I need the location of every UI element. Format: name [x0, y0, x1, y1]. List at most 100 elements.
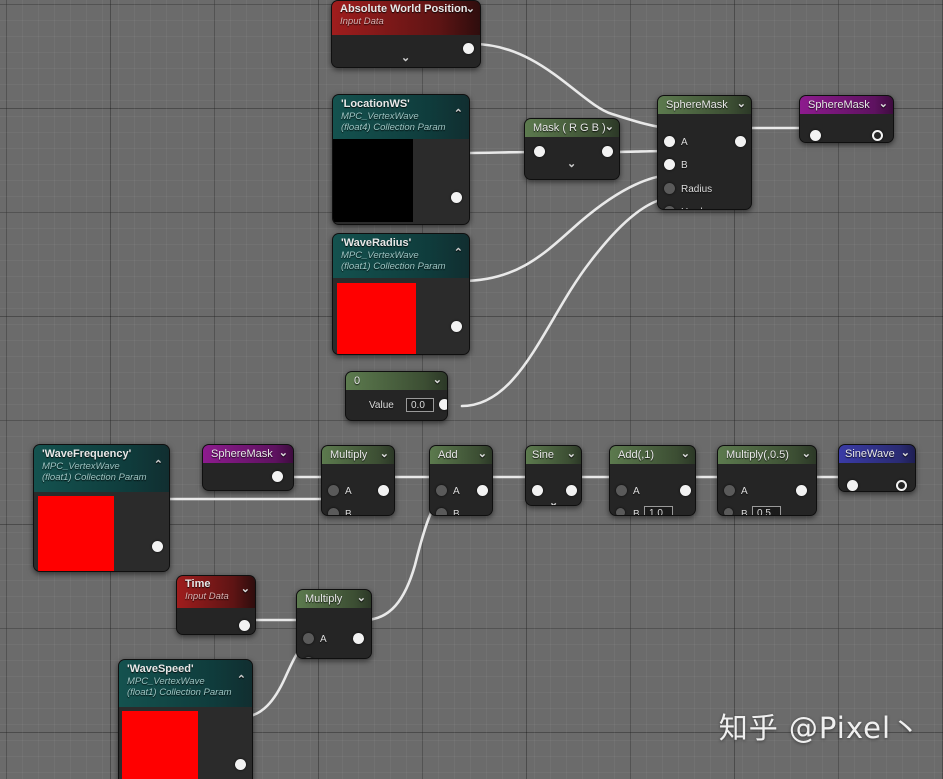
node-header[interactable]: Mask ( R G B ) ⌄	[525, 119, 619, 137]
input-pin-b[interactable]	[724, 508, 733, 515]
output-pin[interactable]	[451, 321, 462, 332]
node-sphere-mask-output[interactable]: SphereMask ⌄	[799, 95, 894, 143]
chevron-up-icon[interactable]: ⌃	[454, 108, 463, 120]
node-wave-speed[interactable]: 'WaveSpeed' MPC_VertexWave (float1) Coll…	[118, 659, 253, 779]
node-header[interactable]: SphereMask ⌄	[800, 96, 893, 114]
chevron-down-icon[interactable]: ⌄	[879, 96, 888, 114]
node-header[interactable]: Sine ⌄	[526, 446, 581, 464]
node-time[interactable]: Time Input Data ⌄	[176, 575, 256, 635]
node-header[interactable]: Add(,1) ⌄	[610, 446, 695, 464]
node-header[interactable]: Multiply(,0.5) ⌄	[718, 446, 816, 464]
expand-chevron-icon[interactable]: ⌄	[549, 496, 558, 505]
b-value-input[interactable]: 1.0	[644, 506, 673, 515]
input-pin-b[interactable]	[616, 508, 625, 515]
chevron-down-icon[interactable]: ⌄	[478, 446, 487, 464]
output-pin[interactable]	[463, 43, 474, 54]
node-header[interactable]: Multiply ⌄	[322, 446, 394, 464]
node-add[interactable]: Add ⌄ A B	[429, 445, 493, 516]
node-wave-frequency[interactable]: 'WaveFrequency' MPC_VertexWave (float1) …	[33, 444, 170, 572]
output-pin[interactable]	[477, 485, 488, 496]
output-pin[interactable]	[439, 399, 447, 410]
node-header[interactable]: 'WaveSpeed' MPC_VertexWave (float1) Coll…	[119, 660, 252, 707]
b-value-input[interactable]: 0.5	[752, 506, 781, 515]
chevron-down-icon[interactable]: ⌄	[605, 119, 614, 137]
output-pin[interactable]	[451, 192, 462, 203]
output-pin[interactable]	[378, 485, 389, 496]
node-constant-zero[interactable]: 0 ⌄ Value 0.0	[345, 371, 448, 421]
chevron-down-icon[interactable]: ⌄	[279, 445, 288, 463]
input-pin-b[interactable]	[328, 508, 339, 515]
chevron-down-icon[interactable]: ⌄	[802, 446, 811, 464]
node-header[interactable]: Absolute World Position Input Data ⌄	[332, 1, 480, 35]
input-pin-a[interactable]	[664, 136, 675, 147]
output-pin[interactable]	[239, 620, 250, 631]
input-pin[interactable]	[532, 485, 543, 496]
output-pin[interactable]	[353, 633, 364, 644]
node-absolute-world-position[interactable]: Absolute World Position Input Data ⌄ ⌄	[331, 0, 481, 68]
chevron-down-icon[interactable]: ⌄	[737, 96, 746, 114]
node-header[interactable]: SineWave ⌄	[839, 445, 915, 463]
node-header[interactable]: 0 ⌄	[346, 372, 447, 390]
expand-chevron-icon[interactable]: ⌄	[567, 157, 576, 170]
input-pin-a[interactable]	[436, 485, 447, 496]
input-pin-a[interactable]	[616, 485, 627, 496]
input-pin-b[interactable]	[664, 159, 675, 170]
node-title: Time	[185, 578, 211, 590]
input-pin-a[interactable]	[303, 633, 314, 644]
input-pin-hardness[interactable]	[664, 206, 675, 209]
output-pin[interactable]	[796, 485, 807, 496]
output-pin[interactable]	[602, 146, 613, 157]
chevron-down-icon[interactable]: ⌄	[901, 445, 910, 463]
node-header[interactable]: Multiply ⌄	[297, 590, 371, 608]
output-pin[interactable]	[272, 471, 283, 482]
node-sphere-mask-reference[interactable]: SphereMask ⌄	[202, 444, 294, 491]
node-multiply-time[interactable]: Multiply ⌄ A B	[296, 589, 372, 659]
material-graph-canvas[interactable]: Absolute World Position Input Data ⌄ ⌄ '…	[0, 0, 943, 779]
node-header[interactable]: Time Input Data ⌄	[177, 576, 255, 608]
chevron-down-icon[interactable]: ⌄	[241, 581, 250, 599]
chevron-up-icon[interactable]: ⌃	[237, 674, 246, 686]
input-pin-a[interactable]	[724, 485, 735, 496]
output-pin[interactable]	[872, 130, 883, 141]
chevron-down-icon[interactable]: ⌄	[567, 446, 576, 464]
input-pin-b[interactable]	[303, 657, 314, 658]
node-wave-radius[interactable]: 'WaveRadius' MPC_VertexWave (float1) Col…	[332, 233, 470, 355]
output-pin[interactable]	[735, 136, 746, 147]
node-mask-rgb[interactable]: Mask ( R G B ) ⌄ ⌄	[524, 118, 620, 180]
input-pin-radius[interactable]	[664, 183, 675, 194]
output-pin[interactable]	[235, 759, 246, 770]
output-pin[interactable]	[566, 485, 577, 496]
input-pin[interactable]	[810, 130, 821, 141]
chevron-down-icon[interactable]: ⌄	[357, 590, 366, 608]
node-header[interactable]: 'LocationWS' MPC_VertexWave (float4) Col…	[333, 95, 469, 139]
input-pin[interactable]	[847, 480, 858, 491]
chevron-up-icon[interactable]: ⌃	[454, 247, 463, 259]
node-sine[interactable]: Sine ⌄ ⌄	[525, 445, 582, 506]
input-pin-b[interactable]	[436, 508, 447, 515]
input-pin-a[interactable]	[328, 485, 339, 496]
input-pin[interactable]	[534, 146, 545, 157]
node-header[interactable]: SphereMask ⌄	[203, 445, 293, 463]
node-multiply-top[interactable]: Multiply ⌄ A B	[321, 445, 395, 516]
node-header[interactable]: SphereMask ⌄	[658, 96, 751, 114]
node-header[interactable]: Add ⌄	[430, 446, 492, 464]
output-pin[interactable]	[896, 480, 907, 491]
node-sine-wave[interactable]: SineWave ⌄	[838, 444, 916, 492]
node-body: A B 0.5	[718, 464, 816, 515]
chevron-down-icon[interactable]: ⌄	[380, 446, 389, 464]
node-body	[839, 463, 915, 491]
chevron-up-icon[interactable]: ⌃	[154, 459, 163, 471]
chevron-down-icon[interactable]: ⌄	[466, 1, 475, 19]
node-sphere-mask-main[interactable]: SphereMask ⌄ A B Radius Hardness	[657, 95, 752, 210]
node-header[interactable]: 'WaveRadius' MPC_VertexWave (float1) Col…	[333, 234, 469, 278]
chevron-down-icon[interactable]: ⌄	[433, 372, 442, 390]
node-add-one[interactable]: Add(,1) ⌄ A B 1.0	[609, 445, 696, 516]
output-pin[interactable]	[680, 485, 691, 496]
output-pin[interactable]	[152, 541, 163, 552]
node-header[interactable]: 'WaveFrequency' MPC_VertexWave (float1) …	[34, 445, 169, 492]
chevron-down-icon[interactable]: ⌄	[681, 446, 690, 464]
value-input[interactable]: 0.0	[406, 398, 434, 412]
node-multiply-half[interactable]: Multiply(,0.5) ⌄ A B 0.5	[717, 445, 817, 516]
node-location-ws[interactable]: 'LocationWS' MPC_VertexWave (float4) Col…	[332, 94, 470, 225]
expand-chevron-icon[interactable]: ⌄	[401, 51, 410, 64]
